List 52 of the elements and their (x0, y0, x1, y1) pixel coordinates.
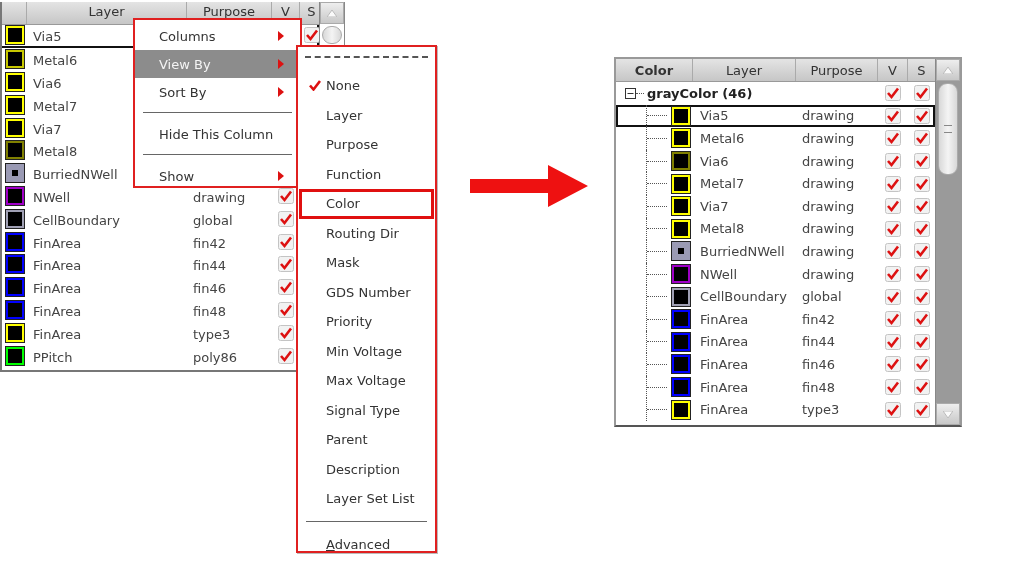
purpose-text: fin48 (193, 302, 226, 319)
layer-name: Via5 (700, 108, 729, 124)
layer-name: FinArea (33, 325, 82, 342)
layer-name: FinArea (33, 302, 82, 319)
layer-name: FinArea (700, 334, 749, 350)
purpose-text: type3 (802, 402, 840, 418)
layer-name: FinArea (700, 356, 749, 372)
layer-name: FinArea (33, 257, 82, 274)
layer-name: Metal8 (700, 221, 745, 237)
layer-name: Via7 (33, 120, 62, 137)
layer-name: Via6 (33, 75, 62, 91)
layer-name: Metal7 (700, 176, 745, 192)
purpose-text: fin46 (193, 280, 226, 297)
purpose-text: drawing (802, 176, 855, 192)
purpose-text: global (193, 211, 233, 228)
layer-name: FinArea (700, 379, 749, 395)
layer-name: Metal6 (700, 131, 745, 146)
layer-name: CellBoundary (33, 211, 120, 228)
purpose-text: drawing (802, 131, 855, 146)
purpose-text: drawing (193, 188, 246, 205)
layer-name: FinArea (33, 234, 82, 251)
purpose-text: drawing (802, 153, 855, 169)
purpose-text: type3 (193, 325, 231, 342)
layer-name: NWell (700, 266, 738, 282)
group-label: grayColor (46) (647, 85, 753, 101)
layer-name: Via5 (33, 28, 62, 45)
layer-name: NWell (33, 188, 71, 205)
purpose-text: drawing (802, 108, 855, 124)
layer-name: BurriedNWell (700, 243, 785, 259)
purpose-text: drawing (802, 243, 855, 259)
layer-name: FinArea (700, 311, 749, 327)
purpose-text: drawing (802, 221, 855, 237)
layer-name: CellBoundary (700, 289, 787, 305)
layer-name: PPitch (33, 348, 73, 365)
purpose-text: poly86 (193, 348, 238, 365)
layer-name: Via7 (700, 198, 729, 214)
layer-name: FinArea (33, 280, 82, 297)
layer-name: FinArea (700, 402, 749, 418)
layer-name: Via6 (700, 153, 729, 169)
purpose-text: fin46 (802, 356, 835, 372)
layer-name: Metal6 (33, 52, 78, 69)
purpose-text: fin48 (802, 379, 835, 395)
purpose-text: fin44 (193, 257, 226, 274)
purpose-text: global (802, 289, 842, 305)
purpose-text: fin44 (802, 334, 835, 350)
purpose-text: drawing (802, 198, 855, 214)
purpose-text: fin42 (193, 234, 226, 251)
layer-name: Metal8 (33, 143, 78, 160)
layer-name: BurriedNWell (33, 166, 118, 183)
purpose-text: fin42 (802, 311, 835, 327)
purpose-text: drawing (802, 266, 855, 282)
layer-name: Metal7 (33, 97, 78, 114)
